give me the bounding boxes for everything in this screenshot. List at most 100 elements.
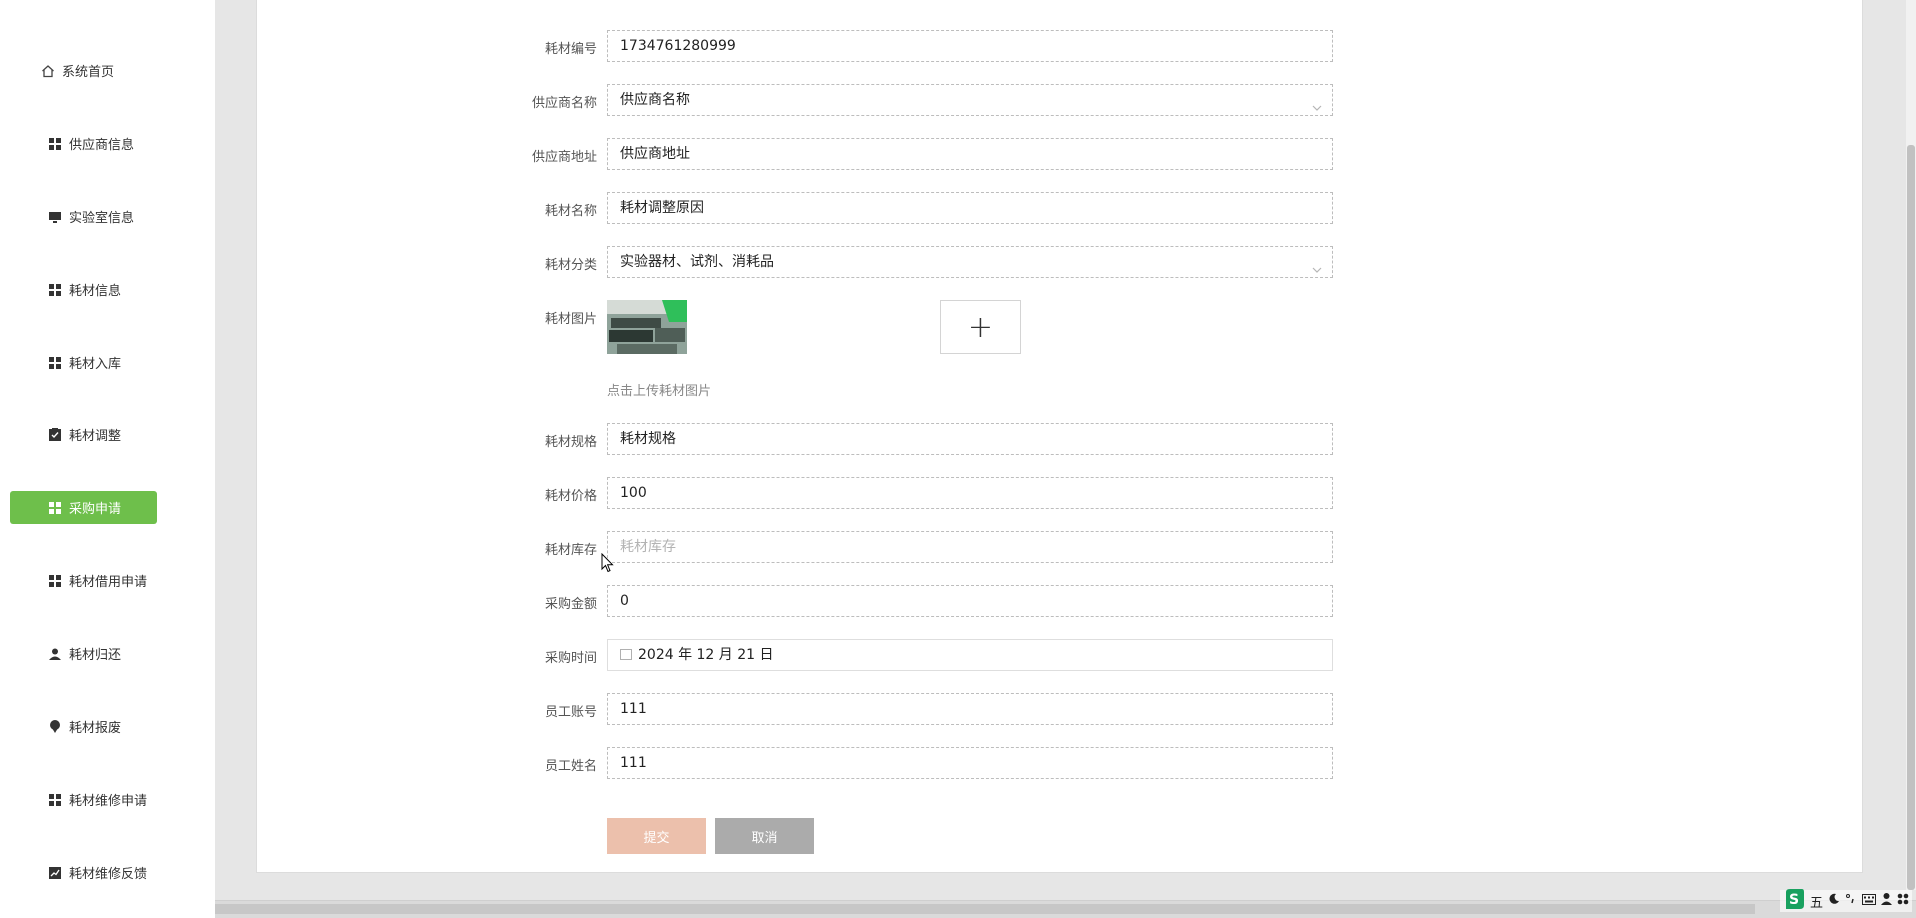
employee-name-input[interactable]: 111 bbox=[607, 747, 1333, 779]
sidebar-item-label: 实验室信息 bbox=[69, 211, 135, 226]
sidebar-item-supplier-info[interactable]: 供应商信息 bbox=[10, 127, 157, 160]
chevron-down-icon bbox=[1312, 256, 1322, 286]
form-row-employee-name: 员工姓名 111 bbox=[257, 747, 1864, 779]
home-icon bbox=[40, 63, 56, 79]
sidebar-item-material-borrow[interactable]: 耗材借用申请 bbox=[10, 564, 157, 597]
clipboard-icon bbox=[47, 427, 63, 443]
form-row-material-stock: 耗材库存 耗材库存 bbox=[257, 531, 1864, 563]
purchase-amount-label: 采购金额 bbox=[544, 597, 597, 612]
toolbox-icon[interactable] bbox=[1897, 893, 1909, 909]
grid-icon bbox=[47, 355, 63, 371]
supplier-name-select[interactable]: 供应商名称 bbox=[607, 84, 1333, 116]
svg-text:S: S bbox=[1789, 892, 1799, 908]
sidebar-item-label: 耗材报废 bbox=[69, 721, 122, 736]
sidebar-item-material-adjust[interactable]: 耗材调整 bbox=[10, 418, 157, 451]
sidebar-item-label: 耗材借用申请 bbox=[69, 575, 148, 590]
material-image-thumbnail[interactable] bbox=[607, 300, 687, 354]
material-stock-label: 耗材库存 bbox=[544, 543, 597, 558]
ime-mode-label[interactable]: 五 bbox=[1810, 892, 1823, 911]
grid-icon bbox=[47, 136, 63, 152]
sidebar-item-label: 耗材信息 bbox=[69, 284, 122, 299]
supplier-address-input[interactable]: 供应商地址 bbox=[607, 138, 1333, 170]
material-code-input[interactable]: 1734761280999 bbox=[607, 30, 1333, 62]
sidebar-item-label: 耗材维修反馈 bbox=[69, 867, 148, 882]
vertical-scrollbar-thumb[interactable] bbox=[1907, 145, 1915, 890]
vertical-scrollbar[interactable] bbox=[1906, 0, 1916, 890]
form-row-purchase-time: 采购时间 2024 年 12 月 21 日 bbox=[257, 639, 1864, 671]
pin-icon bbox=[47, 719, 63, 735]
sidebar: 系统首页 供应商信息 实验室信息 耗材信息 耗材入库 耗材调整 采购申请 耗材借… bbox=[0, 0, 215, 918]
user-icon bbox=[47, 646, 63, 662]
supplier-name-value: 供应商名称 bbox=[620, 92, 690, 108]
form-row-material-code: 耗材编号 1734761280999 bbox=[257, 30, 1864, 62]
material-image-label: 耗材图片 bbox=[544, 312, 597, 327]
sidebar-item-material-scrap[interactable]: 耗材报废 bbox=[10, 710, 157, 743]
moon-icon[interactable] bbox=[1828, 893, 1840, 909]
form-row-purchase-amount: 采购金额 0 bbox=[257, 585, 1864, 617]
chart-icon bbox=[47, 865, 63, 881]
calendar-icon bbox=[620, 649, 632, 660]
material-name-input[interactable]: 耗材调整原因 bbox=[607, 192, 1333, 224]
material-spec-input[interactable]: 耗材规格 bbox=[607, 423, 1333, 455]
material-code-label: 耗材编号 bbox=[544, 42, 597, 57]
sidebar-item-label: 系统首页 bbox=[62, 65, 115, 80]
upload-image-hint[interactable]: 点击上传耗材图片 bbox=[607, 380, 711, 399]
purchase-amount-input[interactable]: 0 bbox=[607, 585, 1333, 617]
form-row-material-image: 耗材图片 bbox=[257, 300, 1864, 332]
form-row-material-category: 耗材分类 实验器材、试剂、消耗品 bbox=[257, 246, 1864, 278]
sidebar-item-material-repair-feedback[interactable]: 耗材维修反馈 bbox=[10, 856, 157, 889]
sidebar-item-purchase-request[interactable]: 采购申请 bbox=[10, 491, 157, 524]
sidebar-item-label: 采购申请 bbox=[69, 502, 122, 517]
sidebar-item-label: 耗材归还 bbox=[69, 648, 122, 663]
sidebar-item-material-info[interactable]: 耗材信息 bbox=[10, 273, 157, 306]
form-row-supplier-name: 供应商名称 供应商名称 bbox=[257, 84, 1864, 116]
form-row-material-name: 耗材名称 耗材调整原因 bbox=[257, 192, 1864, 224]
sidebar-item-label: 供应商信息 bbox=[69, 138, 135, 153]
grid-icon bbox=[47, 282, 63, 298]
sidebar-item-home[interactable]: 系统首页 bbox=[10, 54, 157, 87]
submit-button[interactable]: 提交 bbox=[607, 818, 706, 854]
mouse-cursor-icon bbox=[601, 552, 614, 577]
monitor-icon bbox=[47, 209, 63, 225]
purchase-time-label: 采购时间 bbox=[544, 651, 597, 666]
supplier-address-label: 供应商地址 bbox=[531, 150, 597, 165]
employee-account-label: 员工账号 bbox=[544, 705, 597, 720]
purchase-time-value: 2024 年 12 月 21 日 bbox=[638, 647, 774, 663]
user-icon[interactable] bbox=[1881, 893, 1892, 909]
sidebar-item-label: 耗材入库 bbox=[69, 357, 122, 372]
form-row-material-price: 耗材价格 100 bbox=[257, 477, 1864, 509]
material-price-label: 耗材价格 bbox=[544, 489, 597, 504]
form-row-material-spec: 耗材规格 耗材规格 bbox=[257, 423, 1864, 455]
add-image-button[interactable]: + bbox=[940, 300, 1021, 354]
grid-icon bbox=[47, 573, 63, 589]
punctuation-icon[interactable] bbox=[1845, 893, 1857, 909]
sidebar-item-material-repair-request[interactable]: 耗材维修申请 bbox=[10, 783, 157, 816]
sogou-logo-icon: S bbox=[1783, 888, 1805, 914]
employee-name-label: 员工姓名 bbox=[544, 759, 597, 774]
sidebar-item-material-stock-in[interactable]: 耗材入库 bbox=[10, 346, 157, 379]
form-row-supplier-address: 供应商地址 供应商地址 bbox=[257, 138, 1864, 170]
chevron-down-icon bbox=[1312, 94, 1322, 124]
material-category-select[interactable]: 实验器材、试剂、消耗品 bbox=[607, 246, 1333, 278]
material-stock-input[interactable]: 耗材库存 bbox=[607, 531, 1333, 563]
material-category-value: 实验器材、试剂、消耗品 bbox=[620, 254, 774, 270]
cancel-button[interactable]: 取消 bbox=[715, 818, 814, 854]
ime-toolbar[interactable]: S 五 bbox=[1779, 888, 1912, 914]
horizontal-scrollbar[interactable] bbox=[215, 900, 1916, 918]
purchase-time-date-picker[interactable]: 2024 年 12 月 21 日 bbox=[607, 639, 1333, 671]
grid-icon bbox=[47, 500, 63, 516]
keyboard-icon[interactable] bbox=[1862, 893, 1876, 909]
supplier-name-label: 供应商名称 bbox=[531, 96, 597, 111]
purchase-form-panel: 耗材编号 1734761280999 供应商名称 供应商名称 供应商地址 供应商… bbox=[256, 0, 1863, 873]
sidebar-item-material-return[interactable]: 耗材归还 bbox=[10, 637, 157, 670]
horizontal-scrollbar-thumb[interactable] bbox=[215, 904, 1755, 914]
material-category-label: 耗材分类 bbox=[544, 258, 597, 273]
material-price-input[interactable]: 100 bbox=[607, 477, 1333, 509]
sidebar-item-label: 耗材维修申请 bbox=[69, 794, 148, 809]
sidebar-item-label: 耗材调整 bbox=[69, 429, 122, 444]
form-row-employee-account: 员工账号 111 bbox=[257, 693, 1864, 725]
grid-icon bbox=[47, 792, 63, 808]
sidebar-item-lab-info[interactable]: 实验室信息 bbox=[10, 200, 157, 233]
material-spec-label: 耗材规格 bbox=[544, 435, 597, 450]
employee-account-input[interactable]: 111 bbox=[607, 693, 1333, 725]
